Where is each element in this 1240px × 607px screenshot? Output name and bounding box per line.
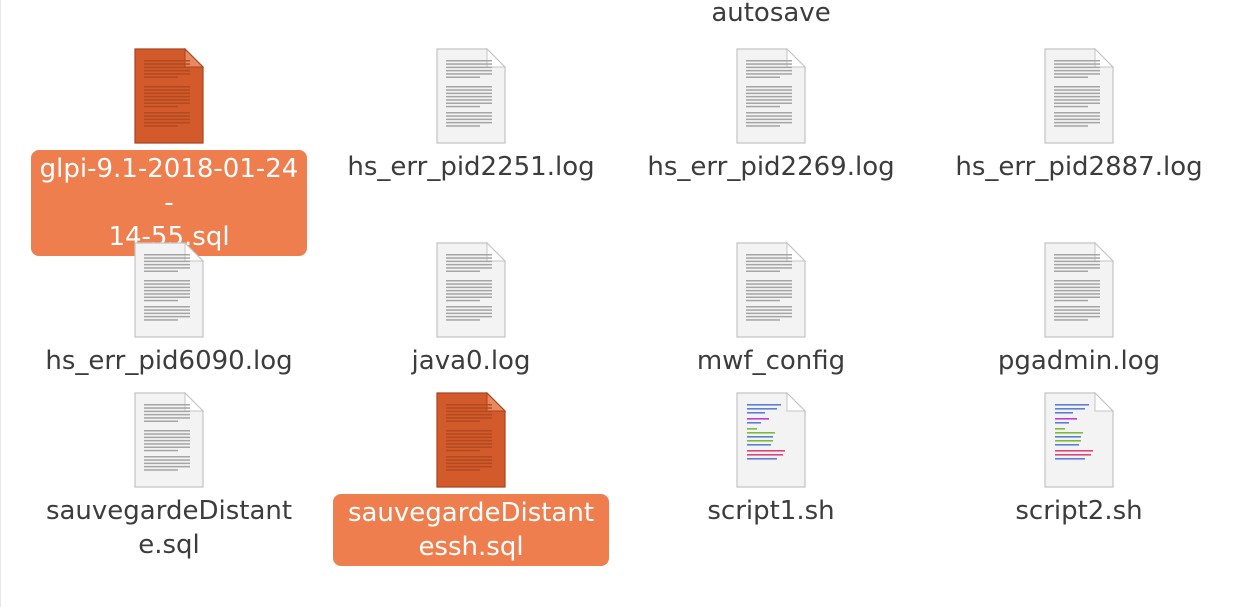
file-name-label: sauvegardeDistant e.sql [40, 494, 298, 562]
file-icon [433, 241, 509, 338]
shell-script-icon [1044, 391, 1115, 488]
file-name-label: java0.log [411, 346, 531, 376]
file-item[interactable]: pgadmin.log [929, 241, 1229, 412]
file-icon [1041, 391, 1117, 488]
file-icon [1041, 241, 1117, 338]
file-name-label: hs_err_pid2887.log [955, 152, 1203, 182]
file-browser-icon-view: autosave glpi-9.1-2018-01-24- 14-55.sql hs… [0, 0, 1240, 607]
orange-text-document-icon [436, 391, 507, 488]
file-item[interactable]: sauvegardeDistant essh.sql [321, 391, 621, 566]
file-name-label: pgadmin.log [997, 346, 1161, 376]
text-document-icon [436, 47, 507, 144]
file-name-line: e.sql [138, 530, 200, 560]
file-name-label: glpi-9.1-2018-01-24- 14-55.sql [31, 150, 307, 256]
file-name-line: sauvegardeDistant [347, 498, 595, 528]
file-name-label: hs_err_pid2269.log [647, 152, 895, 182]
file-name-label: script1.sh [707, 496, 835, 526]
file-icon [131, 241, 207, 338]
file-icon [733, 241, 809, 338]
file-item[interactable]: sauvegardeDistant e.sql [19, 391, 319, 562]
file-name-label: sauvegardeDistant essh.sql [333, 494, 609, 566]
file-name-line: sauvegardeDistant [45, 496, 293, 526]
file-item[interactable]: script2.sh [929, 391, 1229, 562]
file-item[interactable]: hs_err_pid2251.log [321, 47, 621, 218]
shell-script-icon [736, 391, 807, 488]
file-icon [733, 391, 809, 488]
file-icon [433, 47, 509, 144]
text-document-icon [134, 391, 205, 488]
file-name-label: mwf_config [696, 346, 846, 376]
file-item[interactable]: hs_err_pid6090.log [19, 241, 319, 412]
folder-label: autosave [711, 0, 831, 28]
file-icon [733, 47, 809, 144]
file-name-label: hs_err_pid2251.log [347, 152, 595, 182]
file-name-line: glpi-9.1-2018-01-24- [39, 154, 299, 218]
file-icon [433, 391, 509, 488]
file-item[interactable]: mwf_config [621, 241, 921, 412]
file-item[interactable]: script1.sh [621, 391, 921, 562]
text-document-icon [436, 241, 507, 338]
text-document-icon [1044, 47, 1115, 144]
file-item[interactable]: hs_err_pid2887.log [929, 47, 1229, 218]
folder-item-partial[interactable]: autosave [621, 0, 921, 36]
file-item[interactable]: glpi-9.1-2018-01-24- 14-55.sql [19, 47, 319, 256]
orange-text-document-icon [134, 47, 205, 144]
text-document-icon [1044, 241, 1115, 338]
text-document-icon [736, 47, 807, 144]
text-document-icon [134, 241, 205, 338]
file-item[interactable]: hs_err_pid2269.log [621, 47, 921, 218]
file-name-label: hs_err_pid6090.log [45, 346, 293, 376]
file-name-label: script2.sh [1015, 496, 1143, 526]
file-icon [1041, 47, 1117, 144]
file-name-line: essh.sql [418, 532, 524, 562]
file-icon [131, 47, 207, 144]
text-document-icon [736, 241, 807, 338]
file-item[interactable]: java0.log [321, 241, 621, 412]
file-icon [131, 391, 207, 488]
